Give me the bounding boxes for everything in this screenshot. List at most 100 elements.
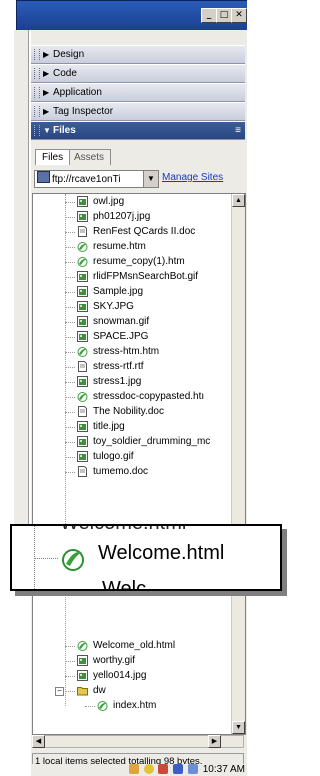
scroll-down-icon[interactable]: ▼	[232, 721, 245, 734]
grip-icon[interactable]	[34, 106, 40, 117]
tree-line	[65, 202, 75, 203]
panel-label: Code	[53, 68, 77, 79]
clock: 10:37 AM	[202, 764, 245, 775]
panel-design[interactable]: ▶ Design	[31, 45, 245, 64]
options-menu-icon[interactable]: ≡	[235, 122, 241, 139]
tree-line	[65, 691, 75, 692]
site-select[interactable]: ftp://rcave1onTi ▼	[34, 170, 159, 188]
shield-icon[interactable]	[143, 764, 154, 775]
tree-line	[65, 277, 75, 278]
file-name: worthy.gif	[93, 655, 136, 666]
collapsed-arrow-icon: ▶	[43, 69, 50, 78]
grip-icon[interactable]	[34, 125, 40, 136]
magnified-callout: Welcome.html Welcome.html Welc	[10, 524, 282, 591]
html-file-icon	[77, 242, 88, 252]
file-name: tulogo.gif	[93, 451, 134, 462]
tree-line	[65, 232, 75, 233]
tree-line	[65, 676, 75, 677]
html-file-icon	[77, 641, 88, 651]
restore-button[interactable]: □	[216, 8, 232, 23]
tree-line	[85, 706, 95, 707]
file-name: title.jpg	[93, 421, 125, 432]
background-right	[247, 0, 285, 776]
site-select-value: ftp://rcave1onTi	[52, 174, 121, 185]
magnified-next-item: Welc	[102, 578, 147, 591]
volume-icon[interactable]	[187, 764, 198, 775]
tree-line	[65, 194, 66, 706]
document-file-icon	[78, 406, 87, 417]
panel-label: Design	[53, 49, 85, 60]
image-file-icon	[77, 376, 88, 387]
system-tray: 10:37 AM	[128, 764, 245, 776]
grip-icon[interactable]	[34, 68, 40, 79]
scroll-left-icon[interactable]: ◀	[32, 735, 45, 748]
document-file-icon	[78, 361, 87, 372]
file-name: dw	[93, 685, 106, 696]
tab-assets[interactable]: Assets	[67, 149, 112, 165]
tree-line	[65, 292, 75, 293]
scroll-up-icon[interactable]: ▲	[232, 194, 245, 207]
vertical-scrollbar[interactable]: ▲ ▼	[231, 194, 245, 734]
tab-files[interactable]: Files	[35, 149, 71, 165]
tree-line	[65, 472, 75, 473]
tree-line	[65, 337, 75, 338]
chevron-down-icon[interactable]: ▼	[143, 171, 158, 187]
image-file-icon	[77, 271, 88, 282]
background-window-edge	[0, 30, 31, 776]
file-name: rlidFPMsnSearchBot.gif	[93, 271, 199, 282]
image-file-icon	[77, 211, 88, 222]
magnified-previous-item: Welcome.html	[60, 526, 186, 535]
file-name: stress-htm.htm	[93, 346, 160, 357]
file-name: The Nobility.doc	[93, 406, 164, 417]
magnified-file-name: Welcome.html	[98, 542, 225, 564]
file-list[interactable]: owl.jpg ph01207j.jpg RenFest QCards II.doc…	[32, 193, 246, 735]
panel-label: Tag Inspector	[53, 106, 114, 117]
file-name: ph01207j.jpg	[93, 211, 151, 222]
file-name: RenFest QCards II.doc	[93, 226, 196, 237]
grip-icon[interactable]	[34, 49, 40, 60]
html-file-icon	[77, 392, 88, 402]
tree-line	[65, 262, 75, 263]
close-button[interactable]: ✕	[231, 8, 247, 23]
image-file-icon	[77, 301, 88, 312]
file-name: tumemo.doc	[93, 466, 149, 477]
minimize-button[interactable]: _	[201, 8, 217, 23]
tree-line	[65, 412, 75, 413]
image-file-icon	[77, 670, 88, 681]
document-file-icon	[78, 226, 87, 237]
tree-line	[34, 558, 58, 559]
taskbar: 10:37 AM	[31, 764, 247, 776]
panel-label: Application	[53, 87, 102, 98]
file-name: resume.htm	[93, 241, 146, 252]
window-title-bar: _ □ ✕	[16, 0, 249, 32]
file-name: Sample.jpg	[93, 286, 144, 297]
image-file-icon	[77, 421, 88, 432]
panel-group: ▶ Design ▶ Code ▶ Application ▶ Tag Insp…	[31, 30, 247, 768]
image-file-icon	[77, 196, 88, 207]
file-name: resume_copy(1).htm	[93, 256, 185, 267]
horizontal-scrollbar[interactable]: ◀ ▶	[32, 735, 244, 748]
panel-tag-inspector[interactable]: ▶ Tag Inspector	[31, 102, 245, 121]
server-icon	[37, 171, 50, 183]
collapse-toggle-icon[interactable]: −	[55, 687, 64, 696]
panel-code[interactable]: ▶ Code	[31, 64, 245, 83]
file-name: SKY.JPG	[93, 301, 134, 312]
collapsed-arrow-icon: ▶	[43, 50, 50, 59]
background-window-frame	[14, 30, 29, 540]
file-name: stressdoc-copypasted.htı	[93, 391, 205, 402]
antivirus-icon[interactable]	[158, 764, 169, 775]
network-icon[interactable]	[128, 764, 139, 775]
file-name: stress1.jpg	[93, 376, 142, 387]
image-file-icon	[77, 316, 88, 327]
panel-files[interactable]: ▼ Files ≡	[31, 121, 245, 140]
security-icon[interactable]	[173, 764, 184, 775]
html-file-icon	[97, 701, 108, 711]
grip-icon[interactable]	[34, 87, 40, 98]
manage-sites-link[interactable]: Manage Sites	[162, 170, 223, 186]
tree-line	[65, 322, 75, 323]
tree-line	[65, 442, 75, 443]
panel-application[interactable]: ▶ Application	[31, 83, 245, 102]
scroll-right-icon[interactable]: ▶	[208, 735, 221, 748]
expanded-arrow-icon: ▼	[43, 126, 51, 135]
image-file-icon	[77, 655, 88, 666]
